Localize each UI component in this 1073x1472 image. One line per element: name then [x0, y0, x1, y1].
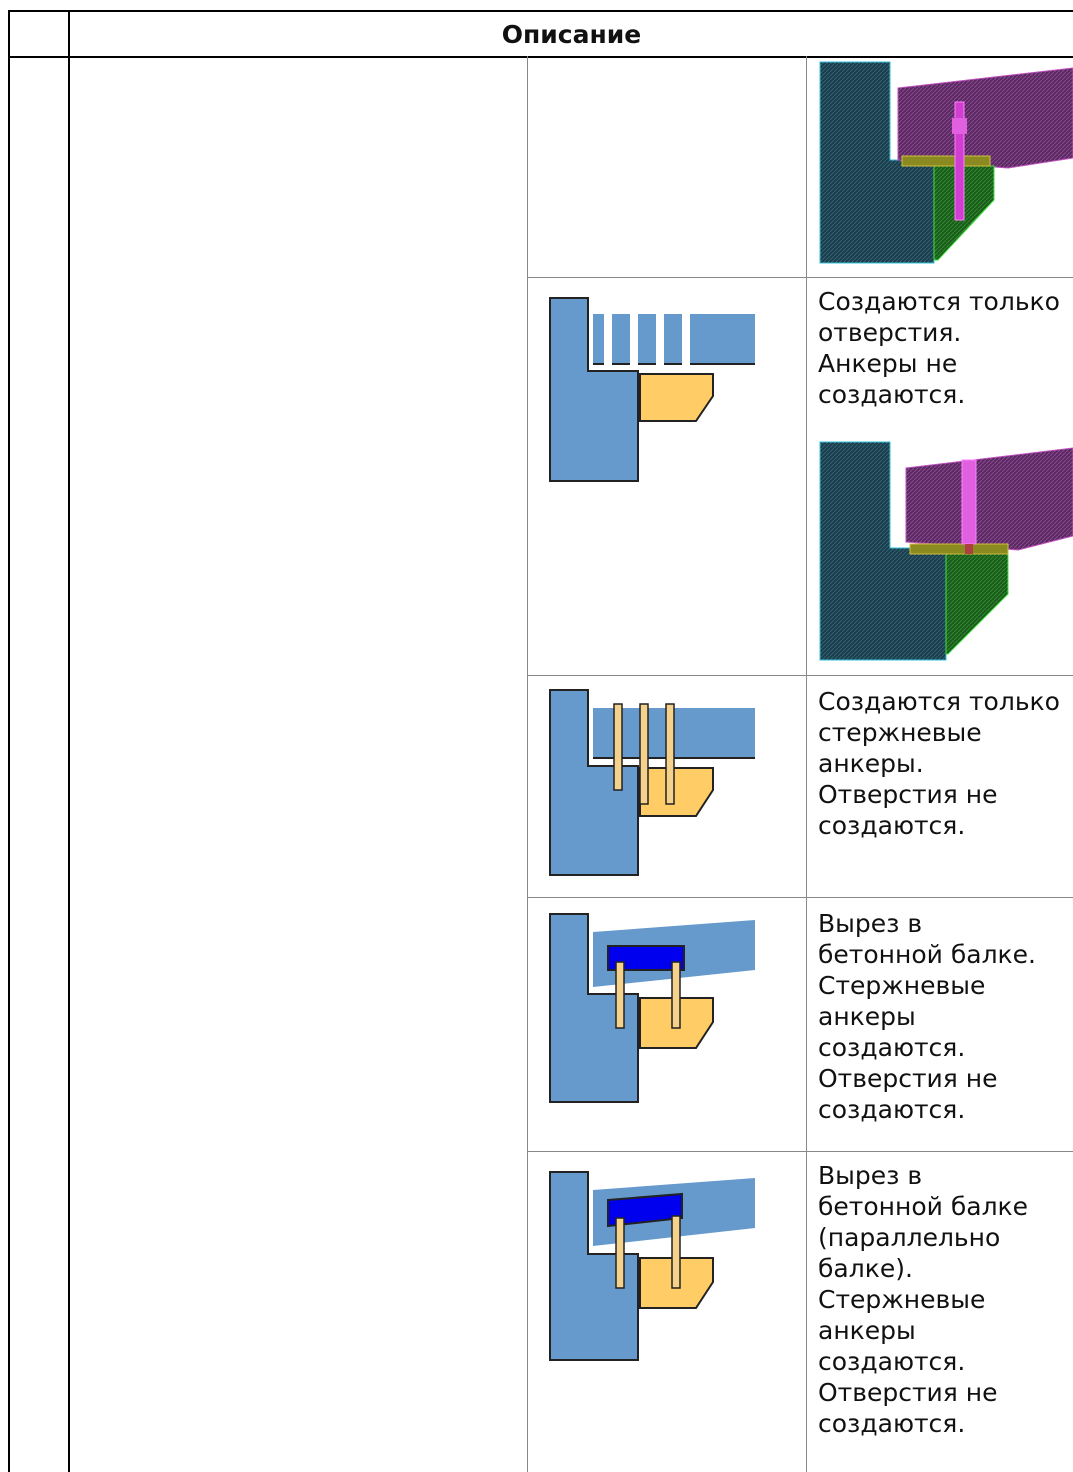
render-image-anchors-2 — [819, 441, 1073, 661]
header-bottom-border — [8, 56, 1073, 58]
table-left-border — [8, 10, 10, 1472]
row-divider-2 — [527, 675, 1073, 676]
row-4-description: Вырез в бетонной балке. Стержневые анкер… — [818, 909, 1036, 1124]
row-divider-1 — [527, 277, 1073, 278]
row-5-description: Вырез в бетонной балке (параллельно балк… — [818, 1161, 1029, 1438]
render-image-anchors-1 — [819, 61, 1073, 264]
row-3-description: Создаются только стержневые анкеры. Отве… — [818, 687, 1060, 840]
row-divider-4 — [527, 1151, 1073, 1152]
row-divider-3 — [527, 897, 1073, 898]
row-2-description: Создаются только отверстия. Анкеры не со… — [818, 287, 1060, 409]
diagram-concrete-beam-cut-parallel — [549, 1171, 755, 1361]
diagram-holes-only — [549, 297, 755, 482]
column-divider-image — [527, 56, 528, 1472]
diagram-concrete-beam-cut — [549, 913, 755, 1103]
column-header-description: Описание — [501, 19, 642, 49]
diagram-stud-anchors-only — [549, 689, 755, 876]
column-divider-text — [806, 56, 807, 1472]
column-divider-1 — [68, 10, 70, 1472]
